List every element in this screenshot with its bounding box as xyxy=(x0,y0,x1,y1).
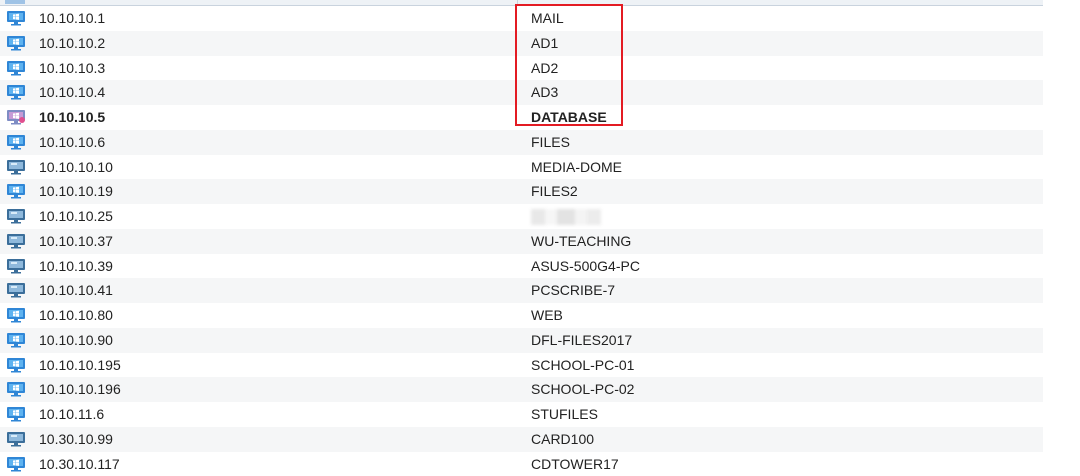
monitor-host-icon xyxy=(5,431,27,447)
table-row[interactable]: 10.10.10.2 AD1 xyxy=(0,31,1043,56)
host-name xyxy=(531,204,601,229)
table-row[interactable]: 10.10.10.19 FILES2 xyxy=(0,179,1043,204)
host-ip: 10.10.10.196 xyxy=(39,377,121,402)
host-ip: 10.10.10.80 xyxy=(39,303,113,328)
table-row[interactable]: 10.30.10.117 CDTOWER17 xyxy=(0,452,1043,476)
table-row[interactable]: 10.30.10.99 CARD100 xyxy=(0,427,1043,452)
windows-host-icon xyxy=(5,60,27,76)
windows-host-icon xyxy=(5,332,27,348)
table-row[interactable]: 10.10.10.37 WU-TEACHING xyxy=(0,229,1043,254)
host-ip: 10.10.10.6 xyxy=(39,130,105,155)
table-row[interactable]: 10.10.10.41 PCSCRIBE-7 xyxy=(0,278,1043,303)
host-name: WEB xyxy=(531,303,563,328)
host-list-table: 10.10.10.1 MAIL 10.10.10.2 AD1 10.10.10.3 AD2… xyxy=(0,0,1043,476)
table-row[interactable]: 10.10.10.195 SCHOOL-PC-01 xyxy=(0,353,1043,378)
host-name: WU-TEACHING xyxy=(531,229,631,254)
host-name: AD3 xyxy=(531,80,558,105)
host-name: PCSCRIBE-7 xyxy=(531,278,615,303)
table-row[interactable]: 10.10.10.25 xyxy=(0,204,1043,229)
table-body: 10.10.10.1 MAIL 10.10.10.2 AD1 10.10.10.3 AD2… xyxy=(0,6,1043,476)
table-row[interactable]: 10.10.10.3 AD2 xyxy=(0,56,1043,81)
windows-host-icon xyxy=(5,406,27,422)
host-name: FILES2 xyxy=(531,179,578,204)
host-name: MAIL xyxy=(531,6,564,31)
host-ip: 10.10.10.2 xyxy=(39,31,105,56)
monitor-host-icon xyxy=(5,258,27,274)
host-name: DATABASE xyxy=(531,105,607,130)
windows-host-icon xyxy=(5,357,27,373)
windows-host-icon xyxy=(5,307,27,323)
windows-host-icon xyxy=(5,84,27,100)
table-row[interactable]: 10.10.10.4 AD3 xyxy=(0,80,1043,105)
host-name: CARD100 xyxy=(531,427,594,452)
host-ip: 10.10.10.3 xyxy=(39,56,105,81)
table-row[interactable]: 10.10.10.90 DFL-FILES2017 xyxy=(0,328,1043,353)
monitor-host-icon xyxy=(5,282,27,298)
host-name: SCHOOL-PC-01 xyxy=(531,353,634,378)
host-ip: 10.10.10.41 xyxy=(39,278,113,303)
host-ip: 10.10.10.195 xyxy=(39,353,121,378)
host-name: MEDIA-DOME xyxy=(531,155,622,180)
host-ip: 10.10.10.37 xyxy=(39,229,113,254)
host-name: AD1 xyxy=(531,31,558,56)
windows-host-icon xyxy=(5,10,27,26)
host-ip: 10.30.10.99 xyxy=(39,427,113,452)
host-ip: 10.10.10.4 xyxy=(39,80,105,105)
table-row[interactable]: 10.10.10.80 WEB xyxy=(0,303,1043,328)
table-row[interactable]: 10.10.10.196 SCHOOL-PC-02 xyxy=(0,377,1043,402)
host-name: DFL-FILES2017 xyxy=(531,328,632,353)
host-ip: 10.10.10.39 xyxy=(39,254,113,279)
windows-host-icon xyxy=(5,381,27,397)
table-row[interactable]: 10.10.10.10 MEDIA-DOME xyxy=(0,155,1043,180)
redacted-name xyxy=(531,209,601,225)
host-ip: 10.10.10.25 xyxy=(39,204,113,229)
host-ip: 10.30.10.117 xyxy=(39,452,120,476)
host-ip: 10.10.10.1 xyxy=(39,6,105,31)
host-ip: 10.10.10.5 xyxy=(39,105,105,130)
windows-host-icon xyxy=(5,183,27,199)
host-name: FILES xyxy=(531,130,570,155)
table-row[interactable]: 10.10.10.6 FILES xyxy=(0,130,1043,155)
host-name: AD2 xyxy=(531,56,558,81)
table-row[interactable]: 10.10.10.1 MAIL xyxy=(0,6,1043,31)
host-ip: 10.10.11.6 xyxy=(39,402,104,427)
windows-host-icon xyxy=(5,35,27,51)
monitor-host-icon xyxy=(5,208,27,224)
monitor-host-icon xyxy=(5,233,27,249)
host-ip: 10.10.10.10 xyxy=(39,155,113,180)
windows-host-icon xyxy=(5,456,27,472)
host-ip: 10.10.10.90 xyxy=(39,328,113,353)
table-row[interactable]: 10.10.11.6 STUFILES xyxy=(0,402,1043,427)
table-row[interactable]: 10.10.10.39 ASUS-500G4-PC xyxy=(0,254,1043,279)
windows-host-icon xyxy=(5,134,27,150)
windows-host-alert-icon xyxy=(5,109,27,125)
header-selection-marker xyxy=(5,0,25,4)
table-row[interactable]: 10.10.10.5 DATABASE xyxy=(0,105,1043,130)
host-name: ASUS-500G4-PC xyxy=(531,254,640,279)
host-name: STUFILES xyxy=(531,402,598,427)
monitor-host-icon xyxy=(5,159,27,175)
host-name: SCHOOL-PC-02 xyxy=(531,377,634,402)
host-name: CDTOWER17 xyxy=(531,452,619,476)
column-separator[interactable] xyxy=(517,0,518,5)
host-ip: 10.10.10.19 xyxy=(39,179,113,204)
